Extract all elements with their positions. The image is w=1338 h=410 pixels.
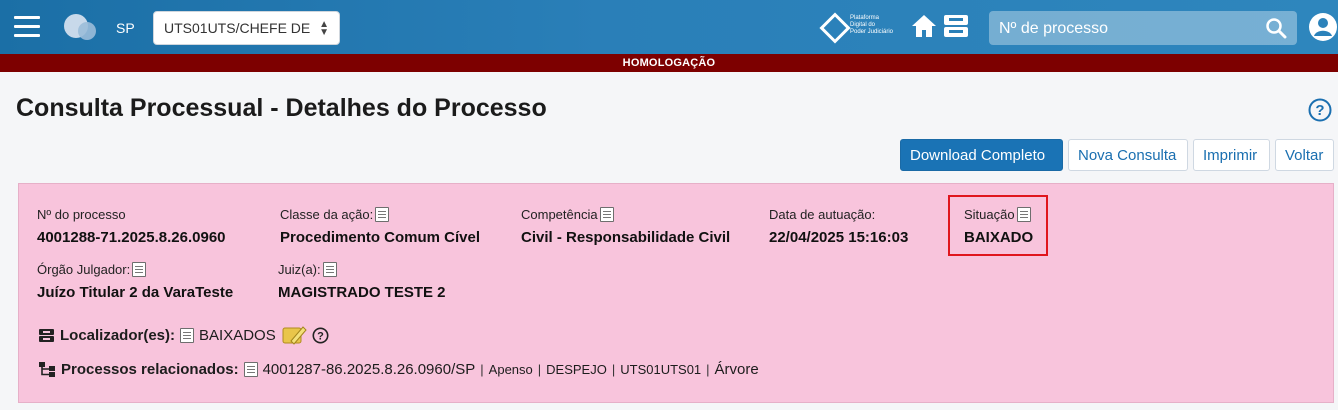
search-icon[interactable] [1265, 17, 1287, 39]
related-process-number[interactable]: 4001287-86.2025.8.26.0960/SP [263, 361, 476, 378]
field-judge: Juiz(a): MAGISTRADO TESTE 2 [278, 262, 446, 301]
pdpj-logo[interactable]: Plataforma Digital do Poder Judiciário [819, 12, 908, 44]
menu-icon[interactable] [14, 16, 40, 38]
separator: | [611, 362, 616, 377]
back-button[interactable]: Voltar [1275, 139, 1334, 171]
filing-date-value: 22/04/2025 15:16:03 [769, 229, 909, 246]
inbox-icon[interactable] [942, 13, 970, 39]
field-filing-date: Data de autuação: 22/04/2025 15:16:03 [769, 207, 908, 246]
sort-arrows-icon: ▲ ▼ [319, 19, 329, 38]
profile-select-value: UTS01UTS/CHEFE DE [164, 20, 311, 36]
field-process-number: Nº do processo 4001288-71.2025.8.26.0960 [37, 207, 226, 246]
help-icon[interactable]: ? [1308, 98, 1332, 122]
top-navbar: SP UTS01UTS/CHEFE DE ▲ ▼ Plataforma Digit… [0, 0, 1338, 54]
tree-link[interactable]: Árvore [715, 361, 759, 378]
related-processes-label: Processos relacionados: [61, 361, 239, 378]
locator-value[interactable]: BAIXADOS [199, 327, 276, 344]
separator: | [480, 362, 484, 377]
judge-value: MAGISTRADO TESTE 2 [278, 284, 446, 301]
filing-date-label: Data de autuação: [769, 207, 876, 222]
pdpj-text-3: Poder Judiciário [850, 29, 894, 35]
status-highlight-box [948, 195, 1048, 256]
svg-text:?: ? [317, 330, 324, 342]
judging-body-value: Juízo Titular 2 da VaraTeste [37, 284, 234, 301]
related-process-type: Apenso [488, 362, 533, 377]
field-judging-body: Órgão Julgador: Juízo Titular 2 da VaraT… [37, 262, 233, 301]
svg-text:?: ? [1315, 102, 1324, 119]
field-action-class: Classe da ação: Procedimento Comum Cível [280, 207, 480, 246]
profile-select[interactable]: UTS01UTS/CHEFE DE ▲ ▼ [153, 11, 340, 45]
homologation-banner: HOMOLOGAÇÃO [0, 54, 1338, 72]
user-avatar-icon[interactable] [1308, 12, 1338, 42]
judge-label: Juiz(a): [278, 262, 321, 277]
process-search-input[interactable]: Nº de processo [989, 11, 1297, 45]
action-class-value: Procedimento Comum Cível [280, 229, 481, 246]
separator: | [537, 362, 542, 377]
uf-label: SP [116, 20, 135, 36]
download-complete-button[interactable]: Download Completo [900, 139, 1063, 171]
separator: | [706, 362, 710, 377]
related-processes-row: Processos relacionados: 4001287-86.2025.… [38, 361, 759, 378]
page-title: Consulta Processual - Detalhes do Proces… [16, 94, 547, 122]
competence-value: Civil - Responsabilidade Civil [521, 229, 731, 246]
edit-locator-icon[interactable] [281, 323, 307, 347]
notes-icon[interactable] [375, 207, 390, 222]
print-button[interactable]: Imprimir [1193, 139, 1270, 171]
eproc-logo [64, 12, 98, 42]
locator-label: Localizador(es): [60, 326, 176, 344]
new-search-button[interactable]: Nova Consulta [1068, 139, 1188, 171]
process-number-label: Nº do processo [37, 207, 126, 222]
pdpj-text-1: Plataforma [850, 15, 880, 21]
search-placeholder: Nº de processo [999, 20, 1109, 37]
competence-label: Competência [521, 207, 598, 222]
process-number-value: 4001288-71.2025.8.26.0960 [37, 229, 226, 246]
notes-icon[interactable] [132, 262, 147, 277]
help-circle-icon[interactable]: ? [312, 327, 329, 344]
related-process-class: DESPEJO [546, 362, 607, 377]
action-class-label: Classe da ação: [280, 207, 374, 222]
locator-row: Localizador(es): BAIXADOS ? [38, 323, 329, 347]
inbox-icon [39, 328, 54, 342]
notes-icon[interactable] [322, 262, 337, 277]
notes-icon[interactable] [180, 327, 195, 343]
judging-body-label: Órgão Julgador: [37, 262, 131, 277]
tree-icon [39, 362, 55, 377]
related-process-body: UTS01UTS01 [620, 362, 702, 377]
notes-icon[interactable] [243, 362, 258, 377]
process-details-panel: Nº do processo 4001288-71.2025.8.26.0960… [18, 183, 1334, 403]
notes-icon[interactable] [599, 207, 614, 222]
field-competence: Competência Civil - Responsabilidade Civ… [521, 207, 730, 246]
home-icon[interactable] [910, 13, 938, 39]
pdpj-text-2: Digital do [850, 22, 876, 28]
